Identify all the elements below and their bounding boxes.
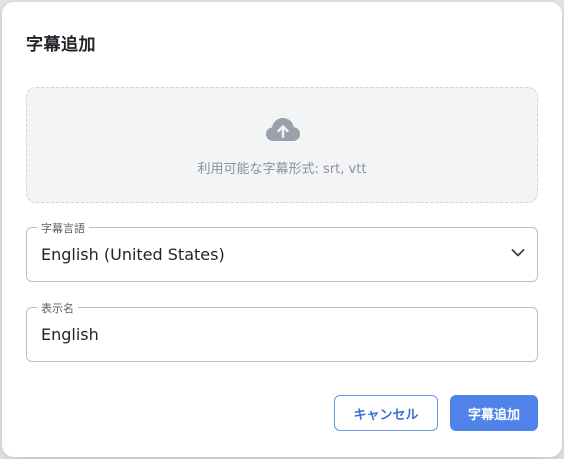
subtitle-file-dropzone[interactable]: 利用可能な字幕形式: srt, vtt [26, 87, 538, 203]
cloud-upload-icon [266, 118, 300, 141]
cancel-button[interactable]: キャンセル [334, 395, 438, 431]
chevron-down-icon [511, 249, 525, 257]
add-subtitle-dialog: 字幕追加 利用可能な字幕形式: srt, vtt 字幕言語 English (U… [2, 2, 562, 457]
dialog-title: 字幕追加 [26, 35, 96, 55]
add-subtitle-button[interactable]: 字幕追加 [450, 395, 538, 431]
subtitle-language-select[interactable]: 字幕言語 English (United States) [26, 220, 538, 282]
subtitle-language-value: English (United States) [41, 245, 225, 264]
subtitle-language-label: 字幕言語 [37, 220, 89, 236]
display-name-label: 表示名 [37, 300, 78, 316]
display-name-value[interactable]: English [41, 325, 99, 344]
supported-formats-hint: 利用可能な字幕形式: srt, vtt [197, 162, 367, 177]
display-name-field[interactable]: 表示名 English [26, 300, 538, 362]
